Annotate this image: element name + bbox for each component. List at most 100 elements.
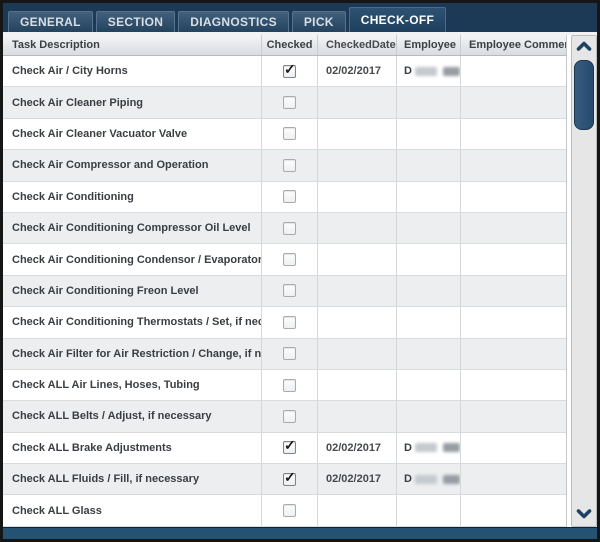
vertical-scrollbar[interactable]: [571, 35, 597, 527]
checked-date: 02/02/2017: [317, 56, 396, 87]
employee-name: D: [404, 65, 412, 78]
table-row: Check Air Conditioning Condensor / Evapo…: [3, 244, 566, 276]
checked-cell: [261, 307, 317, 338]
checked-cell: [261, 401, 317, 432]
checked-date: [317, 212, 396, 244]
checked-cell: [261, 495, 317, 526]
scrollbar-area: [567, 35, 597, 527]
task-checkbox[interactable]: [283, 96, 296, 110]
scroll-up-button[interactable]: [572, 36, 596, 58]
tab-general[interactable]: GENERAL: [8, 11, 93, 32]
column-header-date[interactable]: CheckedDate: [317, 35, 396, 55]
table-row: Check Air Compressor and Operation: [3, 150, 566, 182]
task-checkbox[interactable]: [283, 127, 296, 141]
content-area: Task Description Checked CheckedDate Employ…: [3, 35, 597, 527]
employee-cell: D: [396, 56, 460, 87]
checkmark-icon: ✓: [284, 60, 296, 77]
employee-comment: [460, 338, 566, 369]
checked-date: [317, 118, 396, 150]
employee-comment: [460, 275, 566, 307]
table-row: Check Air Conditioning: [3, 181, 566, 213]
table-row: Check ALL Belts / Adjust, if necessary: [3, 401, 566, 433]
employee-cell: [396, 181, 460, 212]
employee-cell: [396, 150, 460, 181]
task-checkbox[interactable]: ✓: [283, 468, 296, 486]
table-row: Check ALL Brake Adjustments ✓ 02/02/2017 D: [3, 432, 566, 465]
scrollbar-track[interactable]: [572, 58, 596, 504]
checked-cell: ✓: [261, 432, 317, 464]
checked-cell: [261, 150, 317, 181]
employee-cell: [396, 87, 460, 118]
checkoff-window: GENERAL SECTION DIAGNOSTICS PICK CHECK-OFF T…: [0, 0, 600, 542]
checked-date: [317, 181, 396, 212]
employee-cell: D: [396, 432, 460, 464]
checkmark-icon: ✓: [284, 437, 296, 454]
employee-comment: [460, 307, 566, 338]
task-checkbox[interactable]: [283, 378, 296, 392]
task-description: Check Air Conditioning Compressor Oil Le…: [12, 222, 251, 235]
employee-comment: [460, 401, 566, 432]
task-checkbox[interactable]: [283, 409, 296, 423]
task-description: Check Air Conditioning Thermostats / Set…: [12, 316, 261, 329]
task-checkbox[interactable]: ✓: [283, 60, 296, 78]
scroll-down-button[interactable]: [572, 504, 596, 526]
tab-section[interactable]: SECTION: [95, 11, 176, 32]
column-header-checked[interactable]: Checked: [261, 35, 317, 55]
task-description: Check ALL Brake Adjustments: [12, 441, 172, 454]
table-row: Check Air Conditioning Thermostats / Set…: [3, 307, 566, 339]
table-row: Check Air / City Horns ✓ 02/02/2017 D: [3, 56, 566, 88]
tab-pick[interactable]: PICK: [291, 11, 346, 32]
task-checkbox[interactable]: [283, 190, 296, 204]
task-checkbox[interactable]: [283, 347, 296, 361]
task-checkbox[interactable]: [283, 284, 296, 298]
employee-comment: [460, 181, 566, 212]
task-description: Check Air / City Horns: [12, 65, 128, 78]
table-row: Check ALL Fluids / Fill, if necessary ✓ 02…: [3, 464, 566, 496]
employee-cell: [396, 212, 460, 244]
employee-cell: [396, 495, 460, 526]
employee-comment: [460, 244, 566, 275]
table-row: Check ALL Glass: [3, 495, 566, 527]
chevron-down-icon: [576, 506, 592, 524]
checked-date: [317, 87, 396, 118]
checked-date: [317, 369, 396, 401]
task-checkbox[interactable]: [283, 221, 296, 235]
task-checkbox[interactable]: ✓: [283, 437, 296, 455]
table-body: Check Air / City Horns ✓ 02/02/2017 D Check …: [3, 56, 566, 527]
table-row: Check Air Cleaner Piping: [3, 87, 566, 119]
column-header-task[interactable]: Task Description: [3, 35, 261, 55]
task-description: Check ALL Fluids / Fill, if necessary: [12, 473, 200, 486]
checkmark-icon: ✓: [284, 468, 296, 485]
employee-name-redacted: [414, 66, 438, 76]
task-checkbox[interactable]: [283, 158, 296, 172]
task-description: Check Air Conditioning Condensor / Evapo…: [12, 253, 261, 266]
column-header-employee[interactable]: Employee: [396, 35, 460, 55]
task-checkbox[interactable]: [283, 315, 296, 329]
task-description: Check Air Conditioning Freon Level: [12, 284, 199, 297]
employee-cell: D: [396, 464, 460, 495]
checked-date: [317, 307, 396, 338]
checked-date: 02/02/2017: [317, 464, 396, 495]
checked-cell: [261, 275, 317, 307]
task-checkbox[interactable]: [283, 504, 296, 518]
table-row: Check Air Conditioning Freon Level: [3, 275, 566, 308]
footer-bar: [3, 527, 597, 539]
checked-cell: [261, 118, 317, 150]
checked-date: [317, 338, 396, 369]
checked-date: [317, 401, 396, 432]
column-header-comment[interactable]: Employee Comment: [460, 35, 566, 55]
tab-diagnostics[interactable]: DIAGNOSTICS: [178, 11, 289, 32]
employee-name-redacted: [443, 443, 460, 453]
table-row: Check ALL Air Lines, Hoses, Tubing: [3, 369, 566, 402]
employee-name-redacted: [443, 66, 460, 76]
tab-check-off[interactable]: CHECK-OFF: [348, 7, 447, 32]
scrollbar-thumb[interactable]: [574, 60, 594, 130]
task-checkbox[interactable]: [283, 253, 296, 267]
table-row: Check Air Cleaner Vacuator Valve: [3, 118, 566, 151]
employee-name: D: [404, 473, 412, 486]
employee-name-redacted: [414, 474, 438, 484]
task-description: Check Air Conditioning: [12, 190, 134, 203]
checked-date: [317, 150, 396, 181]
task-description: Check ALL Air Lines, Hoses, Tubing: [12, 379, 200, 392]
employee-comment: [460, 495, 566, 526]
